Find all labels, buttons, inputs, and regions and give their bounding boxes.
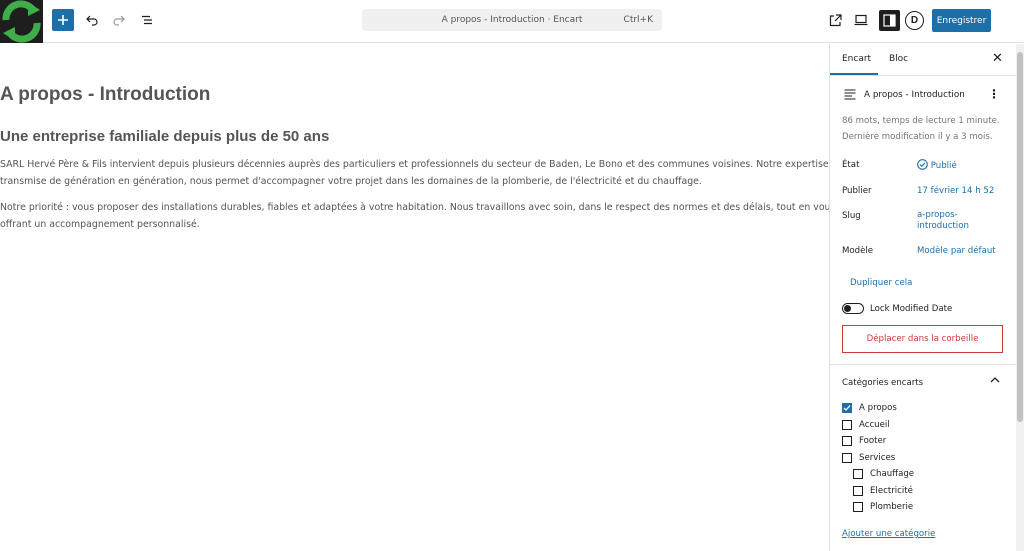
move-to-trash-button[interactable]: Déplacer dans la corbeille [842,325,1003,353]
avatar[interactable]: D [905,11,924,30]
settings-sidebar: Encart Bloc ✕ A propos - Introduction ⋮ … [829,44,1016,551]
add-block-button[interactable] [52,9,74,31]
last-modified-text: Dernière modification il y a 3 mois. [842,132,993,142]
slug-value[interactable]: a-propos- introduction [917,210,969,232]
save-button[interactable]: Enregistrer [932,9,991,32]
category-checkbox-electricite[interactable] [853,486,863,496]
word-count-text: 86 mots, temps de lecture 1 minute. [842,116,1000,126]
slug-label: Slug [842,211,861,221]
command-title: A propos - Introduction · Encart [441,15,583,25]
lock-modified-date-toggle[interactable] [842,303,864,314]
status-label: État [842,160,860,170]
desktop-icon [854,14,868,26]
slug-line-2: introduction [917,221,969,231]
command-palette-bar[interactable]: A propos - Introduction · Encart Ctrl+K [362,9,662,31]
paragraph-block-2[interactable]: Notre priorité : vous proposer des insta… [0,199,829,233]
external-link-icon [829,13,842,26]
settings-panel-toggle[interactable] [879,10,900,31]
status-value-text: Publié [930,161,957,171]
editor-topbar: A propos - Introduction · Encart Ctrl+K … [0,0,1024,43]
check-icon [843,405,851,411]
category-checkbox-a-propos[interactable] [842,403,852,413]
post-heading[interactable]: Une entreprise familiale depuis plus de … [0,128,329,145]
category-label: Services [859,453,896,463]
category-label: A propos [859,403,897,413]
category-checkbox-accueil[interactable] [842,420,852,430]
published-check-icon [917,159,928,170]
panel-divider [830,364,1016,365]
plus-icon [58,15,68,25]
category-label: Electricité [870,486,913,496]
active-tab-indicator [830,73,878,75]
redo-icon [113,15,125,26]
document-icon [844,89,856,100]
template-label: Modèle [842,246,874,256]
more-options-icon[interactable]: ⋮ [988,87,1000,101]
undo-icon [86,15,98,26]
toggle-knob [844,305,851,312]
category-label: Plomberie [870,502,914,512]
lock-modified-date-label: Lock Modified Date [870,304,953,314]
command-shortcut: Ctrl+K [623,15,653,25]
tab-block[interactable]: Bloc [889,54,908,64]
paragraph-line: offrant un accompagnement personnalisé. [0,219,200,230]
paragraph-line: transmise de génération en génération, n… [0,176,702,187]
scrollbar-thumb[interactable] [1017,52,1023,422]
status-value[interactable]: Publié [917,159,957,171]
refresh-logo-icon [2,0,41,43]
site-logo[interactable] [0,0,43,43]
close-icon[interactable]: ✕ [992,51,1003,66]
category-label: Chauffage [870,469,915,479]
post-title[interactable]: A propos - Introduction [0,84,210,106]
editor-canvas[interactable]: A propos - Introduction Une entreprise f… [0,44,829,551]
undo-button[interactable] [82,10,102,30]
add-category-link[interactable]: Ajouter une catégorie [842,529,935,539]
category-label: Accueil [859,420,890,430]
paragraph-block-1[interactable]: SARL Hervé Père & Fils intervient depuis… [0,156,829,190]
sidebar-scrollbar[interactable] [1016,44,1024,551]
duplicate-link[interactable]: Dupliquer cela [850,278,912,288]
categories-panel-title[interactable]: Catégories encarts [842,378,923,388]
sidebar-tabs: Encart Bloc ✕ [830,44,1016,76]
document-title: A propos - Introduction [864,90,965,100]
category-checkbox-chauffage[interactable] [853,469,863,479]
document-overview-button[interactable] [137,10,157,30]
tab-post[interactable]: Encart [842,54,871,64]
preview-button[interactable] [851,10,871,30]
template-value[interactable]: Modèle par défaut [917,246,996,256]
publish-label: Publier [842,186,872,196]
chevron-up-icon[interactable] [990,376,1000,384]
sidebar-panel-icon [883,14,896,27]
redo-button[interactable] [109,10,129,30]
category-checkbox-services[interactable] [842,453,852,463]
view-post-button[interactable] [825,10,845,30]
slug-line-1: a-propos- [917,210,958,220]
paragraph-line: Notre priorité : vous proposer des insta… [0,202,829,213]
category-checkbox-footer[interactable] [842,436,852,446]
category-checkbox-plomberie[interactable] [853,502,863,512]
category-label: Footer [859,436,887,446]
list-view-icon [142,15,152,25]
paragraph-line: SARL Hervé Père & Fils intervient depuis… [0,159,829,170]
publish-date-value[interactable]: 17 février 14 h 52 [917,186,994,196]
